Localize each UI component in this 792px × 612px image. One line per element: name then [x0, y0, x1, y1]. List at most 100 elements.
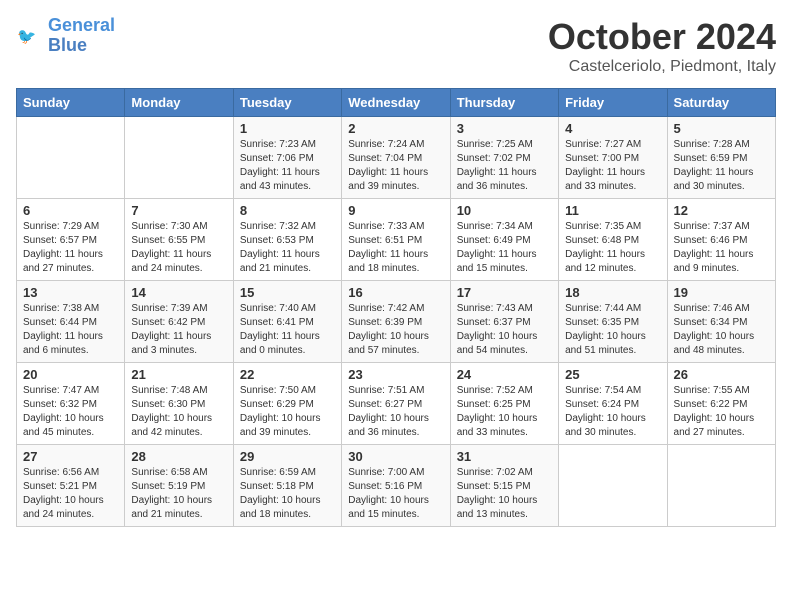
- day-info: Sunrise: 7:38 AMSunset: 6:44 PMDaylight:…: [23, 302, 118, 358]
- day-info: Sunrise: 7:43 AMSunset: 6:37 PMDaylight:…: [457, 302, 552, 358]
- calendar-cell: 18 Sunrise: 7:44 AMSunset: 6:35 PMDayligh…: [559, 281, 667, 363]
- page-header: 🐦 General Blue October 2024 Castelceriol…: [16, 16, 776, 76]
- day-info: Sunrise: 7:48 AMSunset: 6:30 PMDaylight:…: [131, 384, 226, 440]
- calendar-cell: 29Sunrise: 6:59 AMSunset: 5:18 PMDayligh…: [233, 445, 341, 527]
- day-number: 12: [674, 203, 769, 218]
- logo-line1: General: [48, 15, 115, 35]
- day-number: 16: [348, 285, 443, 300]
- header-day-wednesday: Wednesday: [342, 89, 450, 117]
- day-number: 5: [674, 121, 769, 136]
- calendar-cell: 20 Sunrise: 7:47 AMSunset: 6:32 PMDayligh…: [17, 363, 125, 445]
- week-row-2: 6 Sunrise: 7:29 AMSunset: 6:57 PMDaylight…: [17, 199, 776, 281]
- calendar-cell: 25Sunrise: 7:54 AMSunset: 6:24 PMDayligh…: [559, 363, 667, 445]
- day-info: Sunrise: 7:44 AMSunset: 6:35 PMDaylight:…: [565, 302, 660, 358]
- day-number: 31: [457, 449, 552, 464]
- day-number: 25: [565, 367, 660, 382]
- calendar-cell: [125, 117, 233, 199]
- day-number: 9: [348, 203, 443, 218]
- day-number: 19: [674, 285, 769, 300]
- week-row-3: 13 Sunrise: 7:38 AMSunset: 6:44 PMDayligh…: [17, 281, 776, 363]
- day-number: 3: [457, 121, 552, 136]
- day-info: Sunrise: 7:02 AMSunset: 5:15 PMDaylight:…: [457, 466, 552, 522]
- calendar-cell: 1Sunrise: 7:23 AMSunset: 7:06 PMDaylight…: [233, 117, 341, 199]
- calendar-cell: 4 Sunrise: 7:27 AMSunset: 7:00 PMDaylight…: [559, 117, 667, 199]
- header-row: SundayMondayTuesdayWednesdayThursdayFrid…: [17, 89, 776, 117]
- day-number: 10: [457, 203, 552, 218]
- svg-text:🐦: 🐦: [17, 28, 36, 45]
- header-day-friday: Friday: [559, 89, 667, 117]
- day-number: 20: [23, 367, 118, 382]
- calendar-cell: 31 Sunrise: 7:02 AMSunset: 5:15 PMDayligh…: [450, 445, 558, 527]
- calendar-cell: 12 Sunrise: 7:37 AMSunset: 6:46 PMDayligh…: [667, 199, 775, 281]
- day-number: 8: [240, 203, 335, 218]
- calendar-cell: 16 Sunrise: 7:42 AMSunset: 6:39 PMDayligh…: [342, 281, 450, 363]
- calendar-cell: 6 Sunrise: 7:29 AMSunset: 6:57 PMDaylight…: [17, 199, 125, 281]
- day-info: Sunrise: 7:37 AMSunset: 6:46 PMDaylight:…: [674, 220, 769, 276]
- day-info: Sunrise: 7:00 AMSunset: 5:16 PMDaylight:…: [348, 466, 443, 522]
- day-info: Sunrise: 7:39 AMSunset: 6:42 PMDaylight:…: [131, 302, 226, 358]
- day-info: Sunrise: 6:59 AMSunset: 5:18 PMDaylight:…: [240, 466, 335, 522]
- calendar-cell: 28 Sunrise: 6:58 AMSunset: 5:19 PMDayligh…: [125, 445, 233, 527]
- day-info: Sunrise: 7:34 AMSunset: 6:49 PMDaylight:…: [457, 220, 552, 276]
- calendar-cell: [667, 445, 775, 527]
- day-info: Sunrise: 7:50 AMSunset: 6:29 PMDaylight:…: [240, 384, 335, 440]
- logo-text: General Blue: [48, 16, 115, 56]
- calendar-cell: 17 Sunrise: 7:43 AMSunset: 6:37 PMDayligh…: [450, 281, 558, 363]
- week-row-4: 20 Sunrise: 7:47 AMSunset: 6:32 PMDayligh…: [17, 363, 776, 445]
- day-number: 21: [131, 367, 226, 382]
- day-info: Sunrise: 7:42 AMSunset: 6:39 PMDaylight:…: [348, 302, 443, 358]
- day-number: 2: [348, 121, 443, 136]
- month-title: October 2024: [548, 16, 776, 58]
- calendar-cell: 5 Sunrise: 7:28 AMSunset: 6:59 PMDaylight…: [667, 117, 775, 199]
- day-info: Sunrise: 7:33 AMSunset: 6:51 PMDaylight:…: [348, 220, 443, 276]
- day-number: 30: [348, 449, 443, 464]
- day-info: Sunrise: 7:35 AMSunset: 6:48 PMDaylight:…: [565, 220, 660, 276]
- calendar-cell: [559, 445, 667, 527]
- day-number: 13: [23, 285, 118, 300]
- calendar-cell: 10 Sunrise: 7:34 AMSunset: 6:49 PMDayligh…: [450, 199, 558, 281]
- logo-icon: 🐦: [16, 22, 44, 50]
- day-number: 23: [348, 367, 443, 382]
- day-info: Sunrise: 7:55 AMSunset: 6:22 PMDaylight:…: [674, 384, 769, 440]
- calendar-cell: 27 Sunrise: 6:56 AMSunset: 5:21 PMDayligh…: [17, 445, 125, 527]
- day-info: Sunrise: 7:46 AMSunset: 6:34 PMDaylight:…: [674, 302, 769, 358]
- calendar-cell: 7 Sunrise: 7:30 AMSunset: 6:55 PMDaylight…: [125, 199, 233, 281]
- calendar-cell: [17, 117, 125, 199]
- header-day-sunday: Sunday: [17, 89, 125, 117]
- day-info: Sunrise: 7:40 AMSunset: 6:41 PMDaylight:…: [240, 302, 335, 358]
- day-info: Sunrise: 7:23 AMSunset: 7:06 PMDaylight:…: [240, 138, 335, 194]
- day-number: 6: [23, 203, 118, 218]
- calendar-cell: 22Sunrise: 7:50 AMSunset: 6:29 PMDayligh…: [233, 363, 341, 445]
- title-block: October 2024 Castelceriolo, Piedmont, It…: [548, 16, 776, 76]
- day-info: Sunrise: 6:56 AMSunset: 5:21 PMDaylight:…: [23, 466, 118, 522]
- header-day-monday: Monday: [125, 89, 233, 117]
- calendar-cell: 19 Sunrise: 7:46 AMSunset: 6:34 PMDayligh…: [667, 281, 775, 363]
- day-number: 27: [23, 449, 118, 464]
- day-number: 15: [240, 285, 335, 300]
- calendar-cell: 11 Sunrise: 7:35 AMSunset: 6:48 PMDayligh…: [559, 199, 667, 281]
- day-info: Sunrise: 7:30 AMSunset: 6:55 PMDaylight:…: [131, 220, 226, 276]
- calendar-header: SundayMondayTuesdayWednesdayThursdayFrid…: [17, 89, 776, 117]
- day-number: 17: [457, 285, 552, 300]
- day-number: 7: [131, 203, 226, 218]
- logo: 🐦 General Blue: [16, 16, 115, 56]
- calendar-cell: 15 Sunrise: 7:40 AMSunset: 6:41 PMDayligh…: [233, 281, 341, 363]
- calendar-cell: 3 Sunrise: 7:25 AMSunset: 7:02 PMDaylight…: [450, 117, 558, 199]
- calendar-cell: 8Sunrise: 7:32 AMSunset: 6:53 PMDaylight…: [233, 199, 341, 281]
- day-info: Sunrise: 7:25 AMSunset: 7:02 PMDaylight:…: [457, 138, 552, 194]
- day-info: Sunrise: 7:27 AMSunset: 7:00 PMDaylight:…: [565, 138, 660, 194]
- day-info: Sunrise: 7:29 AMSunset: 6:57 PMDaylight:…: [23, 220, 118, 276]
- day-info: Sunrise: 6:58 AMSunset: 5:19 PMDaylight:…: [131, 466, 226, 522]
- day-number: 11: [565, 203, 660, 218]
- day-info: Sunrise: 7:28 AMSunset: 6:59 PMDaylight:…: [674, 138, 769, 194]
- day-number: 18: [565, 285, 660, 300]
- day-info: Sunrise: 7:51 AMSunset: 6:27 PMDaylight:…: [348, 384, 443, 440]
- calendar-cell: 21 Sunrise: 7:48 AMSunset: 6:30 PMDayligh…: [125, 363, 233, 445]
- calendar-body: 1Sunrise: 7:23 AMSunset: 7:06 PMDaylight…: [17, 117, 776, 527]
- day-info: Sunrise: 7:24 AMSunset: 7:04 PMDaylight:…: [348, 138, 443, 194]
- day-number: 4: [565, 121, 660, 136]
- day-number: 28: [131, 449, 226, 464]
- calendar-cell: 2 Sunrise: 7:24 AMSunset: 7:04 PMDaylight…: [342, 117, 450, 199]
- day-info: Sunrise: 7:47 AMSunset: 6:32 PMDaylight:…: [23, 384, 118, 440]
- day-number: 14: [131, 285, 226, 300]
